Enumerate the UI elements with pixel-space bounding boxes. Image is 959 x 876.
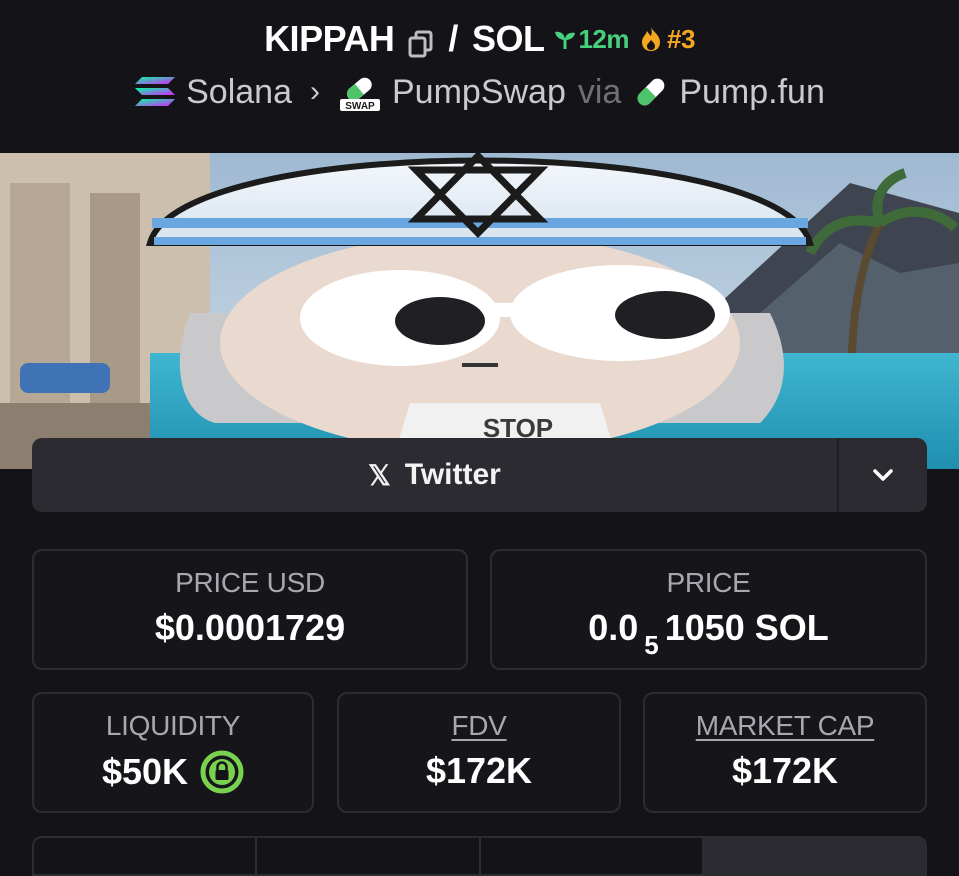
timeframe-tab[interactable] bbox=[481, 838, 704, 874]
quote-symbol: SOL bbox=[471, 18, 545, 59]
pair-age-value: 12m bbox=[578, 23, 629, 54]
liquidity-label: LIQUIDITY bbox=[105, 710, 241, 741]
price-usd-label: PRICE USD bbox=[175, 567, 325, 598]
breadcrumb-launchpad[interactable]: Pump.fun bbox=[633, 73, 825, 112]
token-symbol: KIPPAH bbox=[264, 18, 395, 59]
pair-separator: / bbox=[448, 18, 458, 59]
price-usd-card: PRICE USD $0.0001729 bbox=[32, 549, 468, 670]
token-banner-image: STOP bbox=[0, 153, 959, 469]
twitter-button[interactable]: 𝕏 Twitter bbox=[32, 438, 837, 512]
breadcrumb-launchpad-label: Pump.fun bbox=[679, 72, 825, 111]
price-native-suffix: 1050 SOL bbox=[664, 607, 829, 648]
pair-header: KIPPAH / SOL 12m #3 Solana › SWAP PumpSw… bbox=[0, 0, 959, 150]
liquidity-card: LIQUIDITY $50K bbox=[32, 692, 314, 813]
market-cap-card[interactable]: MARKET CAP $172K bbox=[643, 692, 927, 813]
pair-age: 12m bbox=[554, 24, 629, 55]
market-cap-label[interactable]: MARKET CAP bbox=[645, 710, 925, 742]
price-native-zero-count: 5 bbox=[644, 630, 659, 660]
pumpswap-badge-text: SWAP bbox=[345, 101, 375, 112]
timeframe-tab[interactable] bbox=[34, 838, 258, 874]
timeframe-tabs bbox=[32, 836, 927, 876]
x-logo-icon: 𝕏 bbox=[368, 459, 391, 491]
solana-logo-icon bbox=[135, 77, 176, 106]
copy-icon[interactable] bbox=[408, 25, 434, 58]
flame-icon bbox=[642, 27, 660, 51]
seedling-icon bbox=[555, 31, 576, 49]
fdv-label[interactable]: FDV bbox=[339, 710, 619, 742]
breadcrumb-dex[interactable]: SWAP PumpSwap bbox=[338, 72, 566, 112]
fdv-value: $172K bbox=[425, 750, 533, 791]
breadcrumb: Solana › SWAP PumpSwap via Pump.fun bbox=[0, 72, 959, 112]
fdv-card[interactable]: FDV $172K bbox=[337, 692, 621, 813]
breadcrumb-chain[interactable]: Solana bbox=[134, 73, 292, 112]
breadcrumb-dex-label: PumpSwap bbox=[392, 72, 566, 111]
social-links-bar: 𝕏 Twitter bbox=[32, 438, 927, 512]
price-usd-value: $0.0001729 bbox=[154, 607, 346, 648]
trending-rank: #3 bbox=[639, 24, 695, 55]
market-cap-value: $172K bbox=[731, 750, 839, 791]
pair-title: KIPPAH / SOL 12m #3 bbox=[0, 18, 959, 60]
price-native-value: 0.0 5 1050 SOL bbox=[492, 607, 925, 660]
twitter-button-label: Twitter bbox=[404, 458, 501, 491]
price-native-label: PRICE bbox=[666, 567, 751, 598]
price-native-card: PRICE 0.0 5 1050 SOL bbox=[490, 549, 927, 670]
timeframe-tab[interactable] bbox=[257, 838, 481, 874]
price-native-prefix: 0.0 bbox=[588, 607, 639, 648]
lock-icon[interactable] bbox=[200, 750, 244, 794]
timeframe-tab-active[interactable] bbox=[703, 838, 925, 874]
pumpswap-pill-icon: SWAP bbox=[340, 77, 380, 112]
trending-rank-value: #3 bbox=[667, 23, 695, 54]
liquidity-value: $50K bbox=[101, 751, 189, 792]
pumpfun-pill-icon bbox=[637, 78, 665, 106]
chevron-down-icon bbox=[873, 469, 893, 481]
breadcrumb-via: via bbox=[577, 72, 622, 111]
breadcrumb-chain-label: Solana bbox=[186, 72, 292, 111]
more-links-button[interactable] bbox=[837, 438, 927, 512]
breadcrumb-chevron-icon: › bbox=[310, 75, 320, 108]
